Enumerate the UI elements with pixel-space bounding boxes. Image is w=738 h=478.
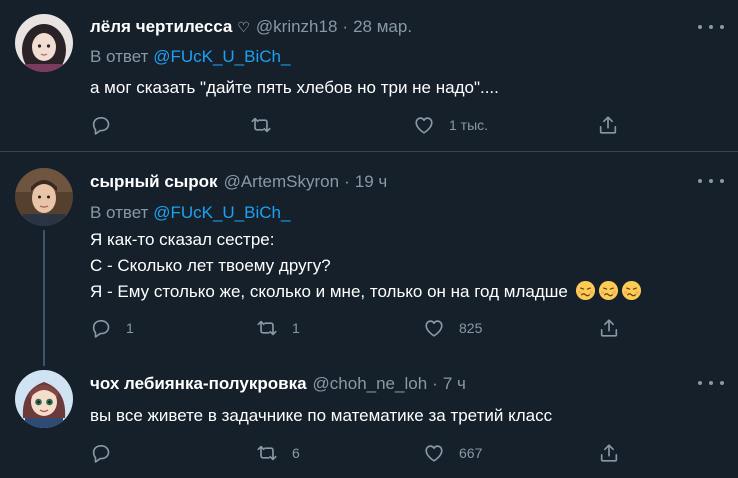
timestamp[interactable]: 7 ч xyxy=(443,374,466,394)
separator: · xyxy=(342,17,349,36)
tweet-header: сырный сырок @ArtemSkyron · 19 ч xyxy=(90,171,387,193)
tweet-text-line: Я как-то сказал сестре: xyxy=(90,230,275,249)
reply-icon xyxy=(92,117,110,135)
tweet-3[interactable]: чох лебиянка-полукровка @choh_ne_loh · 7… xyxy=(0,352,738,478)
separator: · xyxy=(344,172,350,191)
tweet-header: чох лебиянка-полукровка @choh_ne_loh · 7… xyxy=(90,373,466,395)
like-count: 825 xyxy=(459,320,483,336)
retweet-icon xyxy=(257,445,277,461)
like-count: 1 тыс. xyxy=(449,117,489,133)
reply-context: В ответ @FUcK_U_BiCh_ xyxy=(90,47,290,67)
more-icon[interactable] xyxy=(698,376,724,390)
thread-connector xyxy=(43,352,45,366)
reply-button[interactable] xyxy=(90,113,126,137)
reply-mention-link[interactable]: @FUcK_U_BiCh_ xyxy=(153,47,290,66)
retweet-count: 6 xyxy=(292,445,300,461)
like-button[interactable]: 1 тыс. xyxy=(413,113,488,137)
share-icon xyxy=(600,444,618,462)
tweet-actions: 1 1 825 xyxy=(90,316,630,340)
like-icon xyxy=(415,117,433,134)
tweet-2[interactable]: сырный сырок @ArtemSkyron · 19 ч В ответ… xyxy=(0,152,738,352)
reply-label: В ответ xyxy=(90,47,149,66)
tweet-text: а мог сказать "дайте пять хлебов но три … xyxy=(90,75,499,101)
retweet-button[interactable]: 6 xyxy=(256,441,300,465)
tweet-actions: 1 тыс. xyxy=(90,113,630,137)
tweet-text-line: С - Сколько лет твоему другу? xyxy=(90,256,331,275)
like-count: 667 xyxy=(459,445,483,461)
reply-mention-link[interactable]: @FUcK_U_BiCh_ xyxy=(153,203,290,222)
separator: · xyxy=(432,374,438,393)
tweet-text-line: Я - Ему столько же, сколько и мне, тольк… xyxy=(90,279,642,305)
display-name[interactable]: чох лебиянка-полукровка xyxy=(90,374,307,394)
tweet-actions: 6 667 xyxy=(90,441,630,465)
tweet-text: Я как-то сказал сестре: С - Сколько лет … xyxy=(90,227,642,305)
username[interactable]: @krinzh18 xyxy=(256,17,338,37)
display-name[interactable]: лёля чертилесса xyxy=(90,17,232,37)
more-icon[interactable] xyxy=(698,174,724,188)
avatar[interactable] xyxy=(15,14,73,72)
more-icon[interactable] xyxy=(698,20,724,34)
reply-icon xyxy=(92,320,110,338)
display-name[interactable]: сырный сырок xyxy=(90,172,218,192)
retweet-count: 1 xyxy=(292,320,300,336)
woozy-face-icon xyxy=(598,280,618,301)
share-icon xyxy=(600,319,618,337)
like-button[interactable]: 825 xyxy=(423,316,482,340)
timestamp[interactable]: 19 ч xyxy=(355,172,388,192)
reply-button[interactable] xyxy=(90,441,126,465)
tweet-1[interactable]: лёля чертилесса ♡ @krinzh18 · 28 мар. В … xyxy=(0,0,738,151)
reply-icon xyxy=(92,445,110,463)
reply-label: В ответ xyxy=(90,203,149,222)
tweet-header: лёля чертилесса ♡ @krinzh18 · 28 мар. xyxy=(90,16,412,38)
tweet-text-line-content: Я - Ему столько же, сколько и мне, тольк… xyxy=(90,282,568,301)
retweet-button[interactable]: 1 xyxy=(256,316,300,340)
like-icon xyxy=(425,320,443,337)
like-icon xyxy=(425,445,443,462)
avatar[interactable] xyxy=(15,370,73,428)
like-button[interactable]: 667 xyxy=(423,441,482,465)
retweet-button[interactable] xyxy=(250,113,286,137)
tweet-text: вы все живете в задачнике по математике … xyxy=(90,403,552,429)
share-button[interactable] xyxy=(598,316,620,340)
heart-symbol: ♡ xyxy=(237,18,250,35)
share-icon xyxy=(599,116,617,134)
woozy-face-icon xyxy=(621,280,641,301)
retweet-icon xyxy=(257,320,277,336)
share-button[interactable] xyxy=(597,113,619,137)
woozy-face-icon xyxy=(575,280,595,301)
avatar[interactable] xyxy=(15,168,73,226)
retweet-icon xyxy=(251,117,271,133)
reply-button[interactable]: 1 xyxy=(90,316,134,340)
share-button[interactable] xyxy=(598,441,620,465)
thread-connector xyxy=(43,230,45,352)
username[interactable]: @ArtemSkyron xyxy=(224,172,340,192)
tweet-text-line: вы все живете в задачнике по математике … xyxy=(90,406,553,425)
reply-count: 1 xyxy=(126,320,134,336)
tweet-text-line: а мог сказать "дайте пять хлебов но три … xyxy=(90,78,499,97)
reply-context: В ответ @FUcK_U_BiCh_ xyxy=(90,203,290,223)
timestamp[interactable]: 28 мар. xyxy=(353,17,412,37)
username[interactable]: @choh_ne_loh xyxy=(313,374,428,394)
